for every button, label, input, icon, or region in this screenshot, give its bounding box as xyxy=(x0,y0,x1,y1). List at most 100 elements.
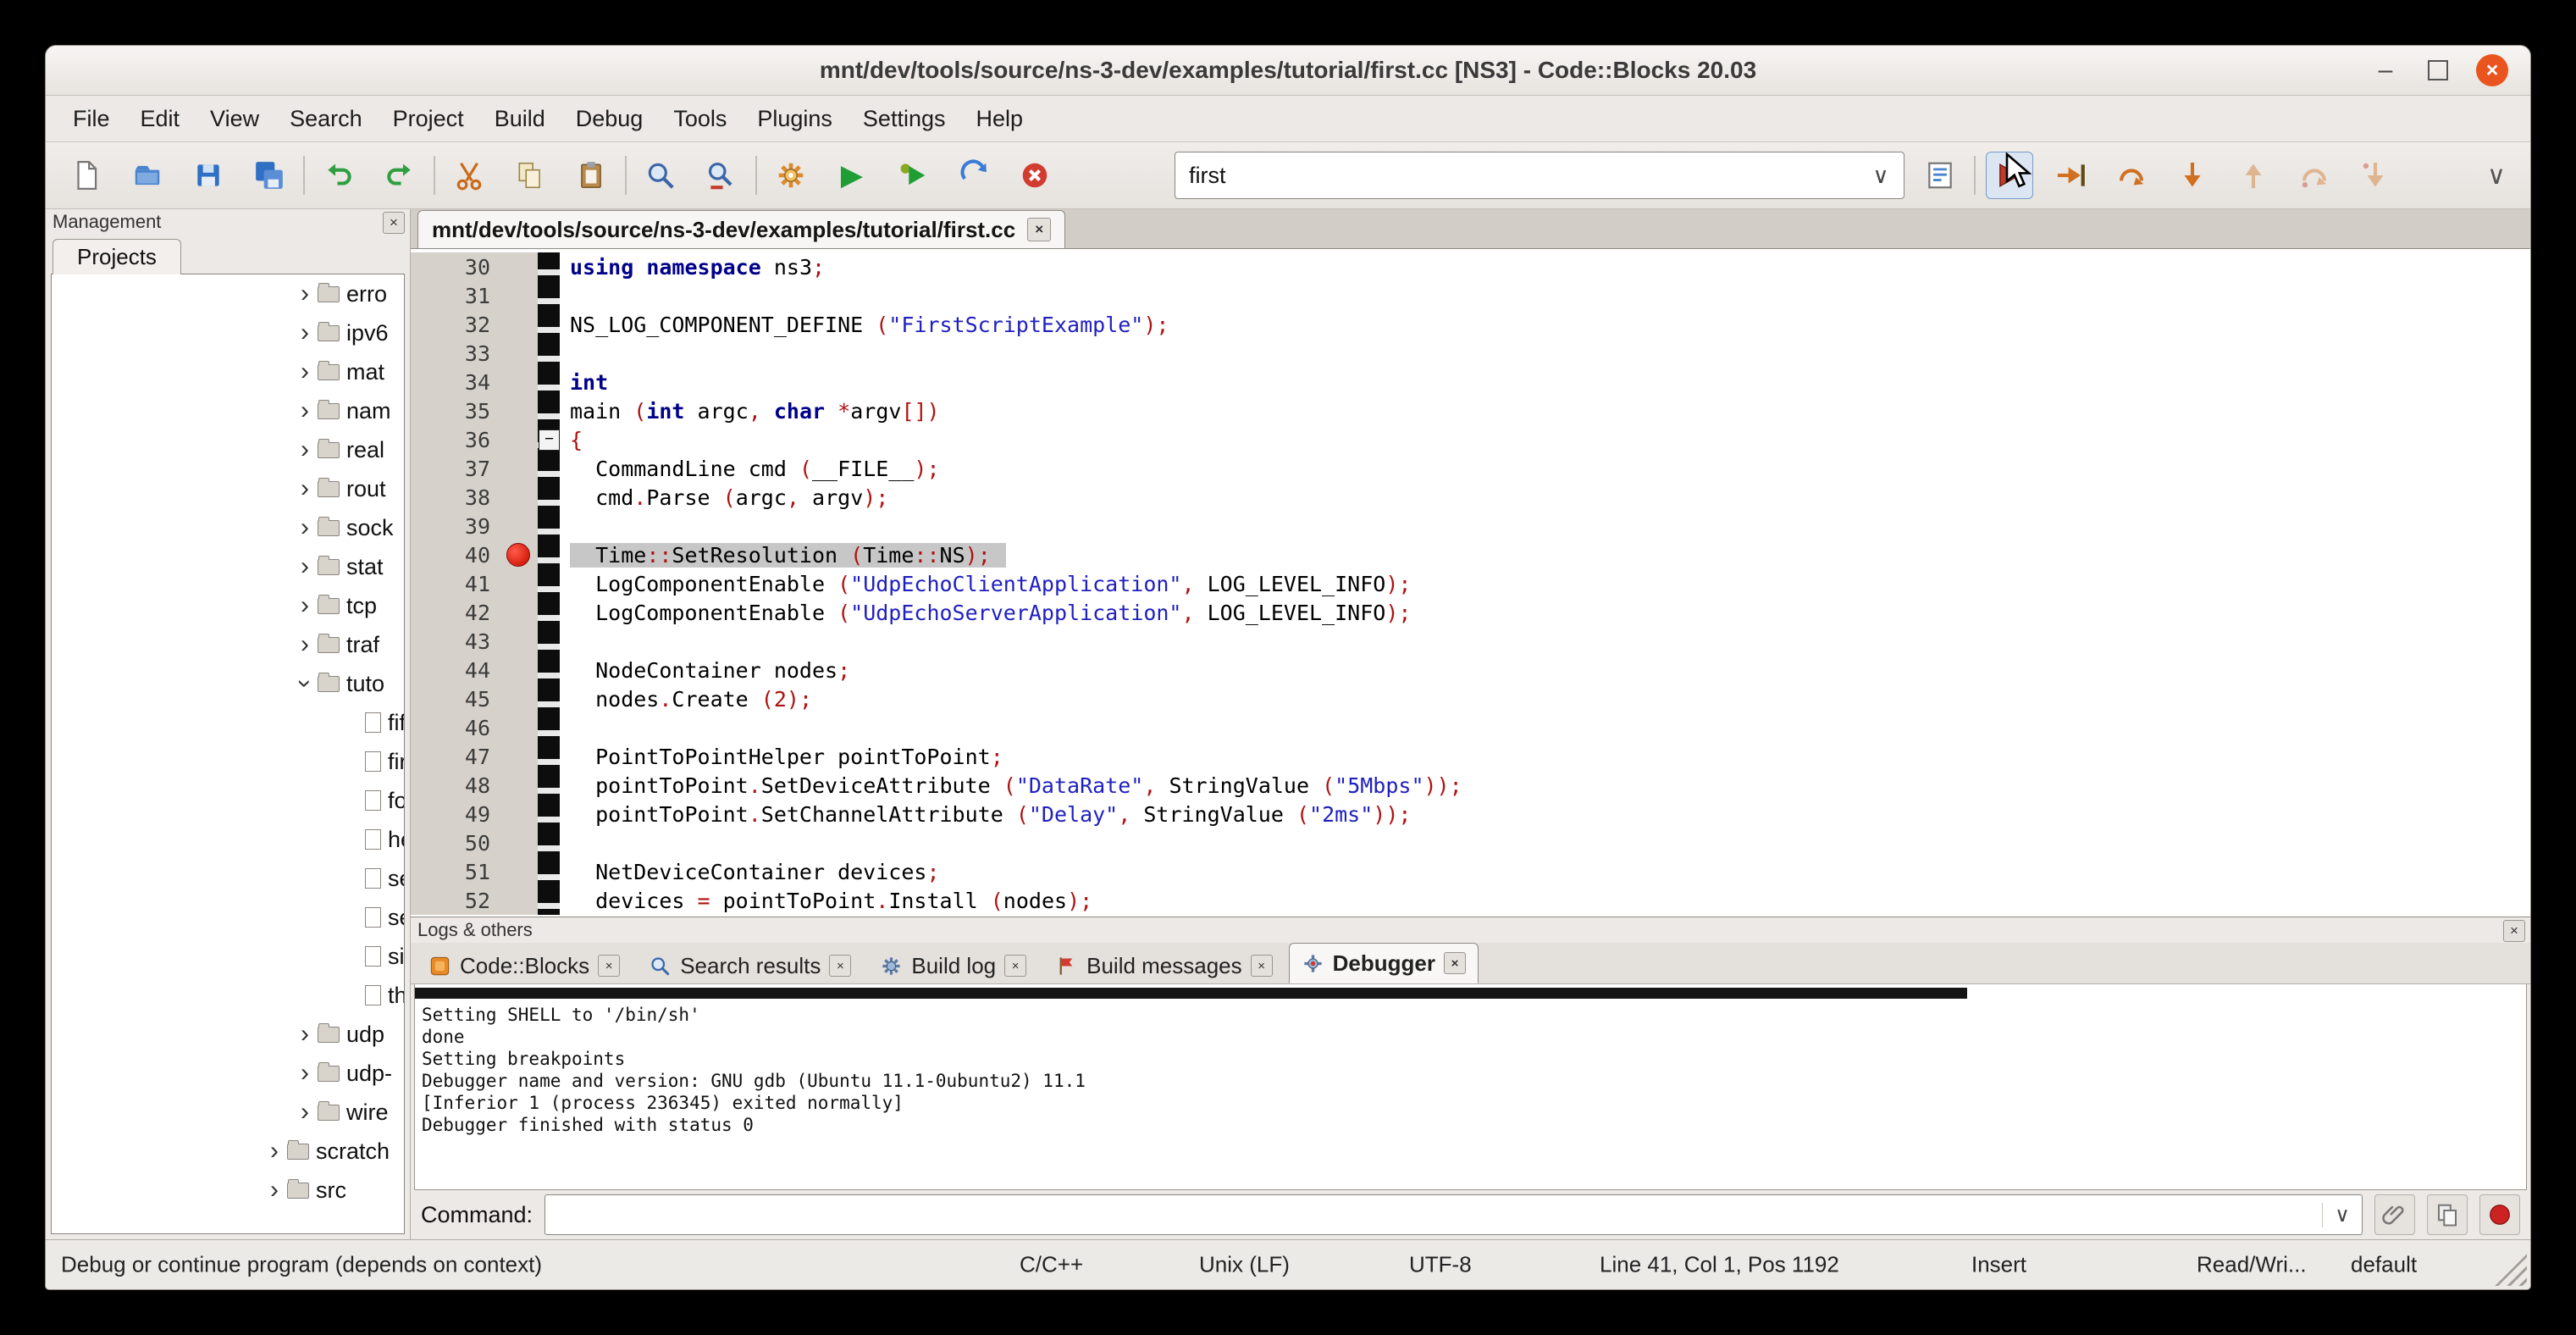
tree-item-nam[interactable]: ›nam xyxy=(52,391,404,430)
code-line-33[interactable]: 33 xyxy=(411,339,2530,368)
code-line-50[interactable]: 50 xyxy=(411,828,2530,857)
breakpoint-margin[interactable] xyxy=(499,252,538,281)
tree-item-mat[interactable]: ›mat xyxy=(52,352,404,391)
code-line-51[interactable]: 51 NetDeviceContainer devices; xyxy=(411,857,2530,886)
code-line-46[interactable]: 46 xyxy=(411,713,2530,742)
code-text[interactable]: LogComponentEnable ("UdpEchoClientApplic… xyxy=(560,572,2530,596)
command-input[interactable] xyxy=(545,1201,2322,1229)
copy-log-button[interactable] xyxy=(2427,1194,2468,1235)
tab-code-blocks[interactable]: Code::Blocks × xyxy=(416,948,633,983)
line-number[interactable]: 47 xyxy=(411,742,499,771)
code-line-37[interactable]: 37 CommandLine cmd (__FILE__); xyxy=(411,454,2530,483)
breakpoint-margin[interactable] xyxy=(499,512,538,540)
debugger-log[interactable]: Setting SHELL to '/bin/sh'doneSetting br… xyxy=(414,984,2527,1190)
close-tab-icon[interactable]: × xyxy=(1444,952,1466,974)
code-line-36[interactable]: 36−{ xyxy=(411,425,2530,454)
menu-item-build[interactable]: Build xyxy=(479,96,561,141)
next-line-button[interactable] xyxy=(2108,152,2155,199)
line-number[interactable]: 38 xyxy=(411,483,499,512)
tree-item-stat[interactable]: ›stat xyxy=(52,547,404,586)
build-and-run-button[interactable] xyxy=(889,152,937,199)
menu-item-settings[interactable]: Settings xyxy=(848,96,961,141)
breakpoint-margin[interactable] xyxy=(499,483,538,512)
code-line-31[interactable]: 31 xyxy=(411,281,2530,310)
line-number[interactable]: 51 xyxy=(411,857,499,886)
close-tab-icon[interactable]: × xyxy=(1251,955,1273,977)
breakpoint-margin[interactable] xyxy=(499,540,538,569)
code-line-52[interactable]: 52 devices = pointToPoint.Install (nodes… xyxy=(411,886,2530,915)
find-replace-button[interactable] xyxy=(698,152,745,199)
code-text[interactable]: NodeContainer nodes; xyxy=(560,658,2530,683)
breakpoint-margin[interactable] xyxy=(499,569,538,598)
expand-arrow-icon[interactable]: › xyxy=(292,357,318,386)
code-text[interactable]: Time::SetResolution (Time::NS); xyxy=(560,543,2530,568)
code-text[interactable]: nodes.Create (2); xyxy=(560,687,2530,712)
breakpoint-icon[interactable] xyxy=(506,543,530,567)
close-tab-icon[interactable]: × xyxy=(1027,218,1051,241)
chevron-down-icon[interactable]: ∨ xyxy=(2322,1203,2362,1227)
breakpoint-margin[interactable] xyxy=(499,742,538,771)
run-button[interactable]: ▶ xyxy=(828,152,876,199)
line-number[interactable]: 45 xyxy=(411,684,499,713)
code-line-41[interactable]: 41 LogComponentEnable ("UdpEchoClientApp… xyxy=(411,569,2530,598)
code-text[interactable] xyxy=(560,341,2530,366)
line-number[interactable]: 31 xyxy=(411,281,499,310)
close-panel-icon[interactable]: × xyxy=(383,212,405,234)
log-selected-row[interactable] xyxy=(415,988,1967,999)
menu-item-file[interactable]: File xyxy=(58,96,125,141)
tree-item-six[interactable]: six xyxy=(52,937,404,976)
code-text[interactable] xyxy=(560,831,2530,856)
step-into-button[interactable] xyxy=(2169,152,2216,199)
menu-item-search[interactable]: Search xyxy=(274,96,378,141)
tree-item-traf[interactable]: ›traf xyxy=(52,625,404,664)
expand-arrow-icon[interactable]: › xyxy=(262,1137,287,1166)
code-line-32[interactable]: 32NS_LOG_COMPONENT_DEFINE ("FirstScriptE… xyxy=(411,310,2530,339)
code-line-49[interactable]: 49 pointToPoint.SetChannelAttribute ("De… xyxy=(411,800,2530,828)
line-number[interactable]: 41 xyxy=(411,569,499,598)
tree-item-tcp[interactable]: ›tcp xyxy=(52,586,404,625)
line-number[interactable]: 42 xyxy=(411,598,499,627)
breakpoint-margin[interactable] xyxy=(499,281,538,310)
abort-build-button[interactable] xyxy=(1011,152,1059,199)
breakpoint-margin[interactable] xyxy=(499,454,538,483)
step-into-instruction-button[interactable] xyxy=(2352,152,2399,199)
maximize-button[interactable] xyxy=(2424,56,2452,85)
expand-arrow-icon[interactable]: › xyxy=(292,552,318,581)
tree-item-wire[interactable]: ›wire xyxy=(52,1093,404,1132)
tree-item-rout[interactable]: ›rout xyxy=(52,469,404,508)
tree-item-udp-[interactable]: ›udp- xyxy=(52,1054,404,1093)
expand-arrow-icon[interactable]: › xyxy=(292,396,318,425)
tree-item-th[interactable]: th xyxy=(52,976,404,1015)
code-text[interactable]: NS_LOG_COMPONENT_DEFINE ("FirstScriptExa… xyxy=(560,313,2530,337)
code-text[interactable]: cmd.Parse (argc, argv); xyxy=(560,485,2530,510)
menu-item-view[interactable]: View xyxy=(195,96,274,141)
tab-search-results[interactable]: Search results × xyxy=(636,948,864,983)
expand-arrow-icon[interactable]: › xyxy=(292,591,318,620)
line-number[interactable]: 33 xyxy=(411,339,499,368)
paste-button[interactable] xyxy=(567,152,615,199)
code-text[interactable]: int xyxy=(560,370,2530,395)
code-line-30[interactable]: 30using namespace ns3; xyxy=(411,252,2530,281)
breakpoint-margin[interactable] xyxy=(499,339,538,368)
expand-arrow-icon[interactable]: › xyxy=(292,319,318,347)
code-text[interactable]: LogComponentEnable ("UdpEchoServerApplic… xyxy=(560,601,2530,625)
redo-button[interactable] xyxy=(376,152,423,199)
line-number[interactable]: 30 xyxy=(411,252,499,281)
expand-arrow-icon[interactable]: › xyxy=(292,435,318,464)
tree-item-se[interactable]: se xyxy=(52,859,404,898)
code-line-48[interactable]: 48 pointToPoint.SetDeviceAttribute ("Dat… xyxy=(411,771,2530,800)
menu-item-help[interactable]: Help xyxy=(960,96,1038,141)
tab-build-log[interactable]: Build log × xyxy=(867,948,1039,983)
save-button[interactable] xyxy=(185,152,232,199)
line-number[interactable]: 37 xyxy=(411,454,499,483)
line-number[interactable]: 36 xyxy=(411,425,499,454)
breakpoint-margin[interactable] xyxy=(499,425,538,454)
line-number[interactable]: 39 xyxy=(411,512,499,540)
toolbar-overflow-chevron-icon[interactable]: ∨ xyxy=(2478,161,2515,191)
fold-marker-icon[interactable]: − xyxy=(539,429,560,451)
tree-item-he[interactable]: he xyxy=(52,820,404,859)
tree-item-fir[interactable]: fir xyxy=(52,742,404,781)
line-number[interactable]: 44 xyxy=(411,656,499,684)
command-combo[interactable]: ∨ xyxy=(544,1194,2363,1235)
breakpoint-margin[interactable] xyxy=(499,800,538,828)
